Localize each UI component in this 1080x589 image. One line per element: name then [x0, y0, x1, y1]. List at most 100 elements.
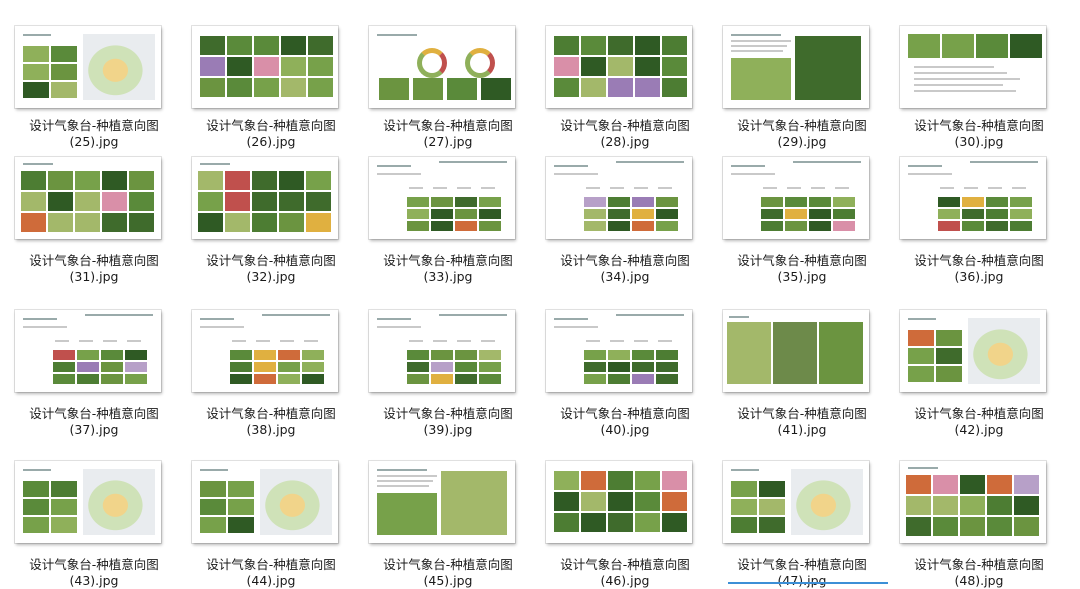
image-thumbnail[interactable] [369, 26, 515, 108]
file-name-label[interactable]: 设计气象台-种植意向图 (39).jpg [359, 406, 537, 438]
file-name-label[interactable]: 设计气象台-种植意向图 (36).jpg [890, 253, 1068, 285]
image-thumbnail[interactable] [192, 310, 338, 392]
text-line [988, 187, 1002, 189]
photo-cell [455, 350, 477, 360]
photo-cell [101, 362, 123, 372]
photo-cell [761, 209, 783, 219]
photo-cell [407, 350, 429, 360]
file-name-label[interactable]: 设计气象台-种植意向图 (26).jpg [182, 118, 360, 150]
image-thumbnail[interactable] [723, 26, 869, 108]
photo-cell [1010, 221, 1032, 231]
photo-cell [554, 492, 579, 511]
text-line [280, 340, 294, 342]
photo-cell [1014, 475, 1039, 494]
image-thumbnail[interactable] [192, 26, 338, 108]
file-name-label[interactable]: 设计气象台-种植意向图 (31).jpg [5, 253, 183, 285]
image-thumbnail[interactable] [546, 461, 692, 543]
file-name: 设计气象台-种植意向图 [206, 253, 336, 268]
text-line [658, 340, 672, 342]
text-line [377, 480, 433, 482]
photo-cell [785, 209, 807, 219]
file-name-label[interactable]: 设计气象台-种植意向图 (42).jpg [890, 406, 1068, 438]
photo-cell [252, 213, 277, 232]
text-line [23, 469, 51, 471]
photo-cell [554, 78, 579, 97]
file-name-label[interactable]: 设计气象台-种植意向图 (32).jpg [182, 253, 360, 285]
image-thumbnail[interactable] [369, 157, 515, 239]
file-name-label[interactable]: 设计气象台-种植意向图 (27).jpg [359, 118, 537, 150]
file-name-label[interactable]: 设计气象台-种植意向图 (46).jpg [536, 557, 714, 589]
text-line [731, 469, 759, 471]
image-thumbnail[interactable] [369, 310, 515, 392]
photo-cell [976, 34, 1008, 58]
text-line [908, 173, 952, 175]
file-name-label[interactable]: 设计气象台-种植意向图 (40).jpg [536, 406, 714, 438]
photo-cell [125, 374, 147, 384]
image-thumbnail[interactable] [900, 157, 1046, 239]
image-thumbnail[interactable] [15, 310, 161, 392]
file-name-label[interactable]: 设计气象台-种植意向图 (29).jpg [713, 118, 891, 150]
photo-cell [662, 492, 687, 511]
file-name-label[interactable]: 设计气象台-种植意向图 (43).jpg [5, 557, 183, 589]
file-name-label[interactable]: 设计气象台-种植意向图 (41).jpg [713, 406, 891, 438]
file-name-label[interactable]: 设计气象台-种植意向图 (35).jpg [713, 253, 891, 285]
image-thumbnail[interactable] [900, 461, 1046, 543]
file-name-label[interactable]: 设计气象台-种植意向图 (38).jpg [182, 406, 360, 438]
image-thumbnail[interactable] [546, 26, 692, 108]
text-line [79, 340, 93, 342]
photo-cell [584, 197, 606, 207]
file-name-label[interactable]: 设计气象台-种植意向图 (48).jpg [890, 557, 1068, 589]
image-thumbnail[interactable] [546, 310, 692, 392]
file-name: 设计气象台-种植意向图 [383, 253, 513, 268]
file-name-label[interactable]: 设计气象台-种植意向图 (47).jpg [713, 557, 891, 589]
file-name: 设计气象台-种植意向图 [914, 253, 1044, 268]
text-line [200, 318, 234, 320]
file-name-label[interactable]: 设计气象台-种植意向图 (25).jpg [5, 118, 183, 150]
file-extension: (27).jpg [423, 134, 473, 149]
file-name-label[interactable]: 设计气象台-种植意向图 (37).jpg [5, 406, 183, 438]
photo-cell [479, 350, 501, 360]
text-line [914, 78, 1020, 80]
file-name: 设计气象台-种植意向图 [737, 118, 867, 133]
photo-cell [761, 221, 783, 231]
file-name-label[interactable]: 设计气象台-种植意向图 (45).jpg [359, 557, 537, 589]
photo-cell [635, 36, 660, 55]
image-thumbnail[interactable] [723, 157, 869, 239]
image-thumbnail[interactable] [15, 461, 161, 543]
photo-cell [479, 197, 501, 207]
image-thumbnail[interactable] [900, 310, 1046, 392]
photo-cell [833, 209, 855, 219]
photo-cell [51, 82, 77, 98]
text-line [835, 187, 849, 189]
file-name-label[interactable]: 设计气象台-种植意向图 (33).jpg [359, 253, 537, 285]
file-name-label[interactable]: 设计气象台-种植意向图 (30).jpg [890, 118, 1068, 150]
photo-cell [608, 492, 633, 511]
file-name-label[interactable]: 设计气象台-种植意向图 (28).jpg [536, 118, 714, 150]
file-extension: (39).jpg [423, 422, 473, 437]
image-thumbnail[interactable] [15, 157, 161, 239]
photo-cell [632, 374, 654, 384]
image-thumbnail[interactable] [723, 461, 869, 543]
text-line [377, 318, 411, 320]
file-name: 设计气象台-种植意向图 [560, 253, 690, 268]
photo-cell [23, 481, 49, 497]
image-thumbnail[interactable] [723, 310, 869, 392]
image-thumbnail[interactable] [369, 461, 515, 543]
photo-cell [632, 197, 654, 207]
file-name-label[interactable]: 设计气象台-种植意向图 (34).jpg [536, 253, 714, 285]
image-thumbnail[interactable] [900, 26, 1046, 108]
file-extension: (32).jpg [246, 269, 296, 284]
image-thumbnail[interactable] [192, 461, 338, 543]
image-thumbnail[interactable] [546, 157, 692, 239]
image-thumbnail[interactable] [192, 157, 338, 239]
text-line [1012, 187, 1026, 189]
photo-cell [635, 492, 660, 511]
text-line [914, 72, 1007, 74]
photo-cell [75, 192, 100, 211]
photo-cell [254, 350, 276, 360]
photo-cell [407, 221, 429, 231]
photo-cell [278, 350, 300, 360]
image-thumbnail[interactable] [15, 26, 161, 108]
photo-cell [455, 374, 477, 384]
file-name-label[interactable]: 设计气象台-种植意向图 (44).jpg [182, 557, 360, 589]
